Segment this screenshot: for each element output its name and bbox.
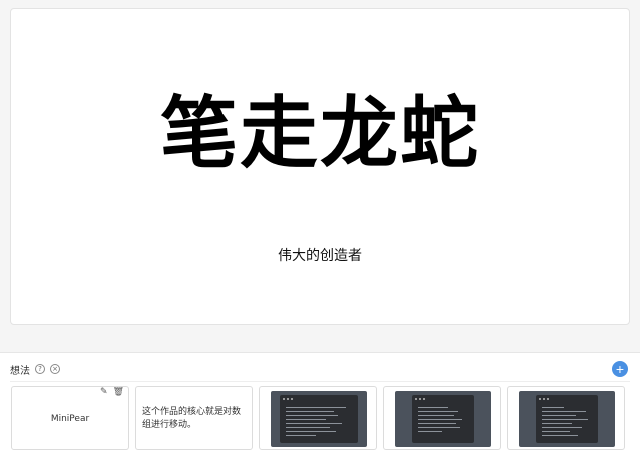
close-icon[interactable]: × [50,364,60,374]
idea-card-minipear[interactable]: ✎ 🗑 MiniPear [11,386,129,450]
code-window [280,395,358,443]
idea-card-image[interactable] [383,386,501,450]
idea-card-image[interactable] [259,386,377,450]
add-idea-button[interactable]: + [612,361,628,377]
panel-title: 想法 [10,365,30,377]
delete-icon[interactable]: 🗑 [113,388,124,397]
edit-icon[interactable]: ✎ [100,388,108,397]
help-icon[interactable]: ? [35,364,45,374]
idea-card-image[interactable] [507,386,625,450]
code-thumbnail [395,391,491,447]
slide-subtitle: 伟大的创造者 [278,248,362,264]
code-thumbnail [271,391,367,447]
slide-canvas: 笔走龙蛇 伟大的创造者 [10,8,630,325]
code-window [412,395,474,443]
code-window [536,395,598,443]
card-label: MiniPear [50,414,90,424]
idea-card-text[interactable]: 这个作品的核心就是对数组进行移动。 [135,386,253,450]
slide-title: 笔走龙蛇 [159,89,480,179]
code-thumbnail [519,391,615,447]
panel-divider [10,381,630,382]
card-text: 这个作品的核心就是对数组进行移动。 [142,407,242,430]
panel-header: 想法 ? × [10,362,60,377]
ideas-panel: 想法 ? × + ✎ 🗑 MiniPear 这个作品的核心就是对数组进行移动。 [0,352,640,453]
card-actions: ✎ 🗑 [100,388,124,397]
